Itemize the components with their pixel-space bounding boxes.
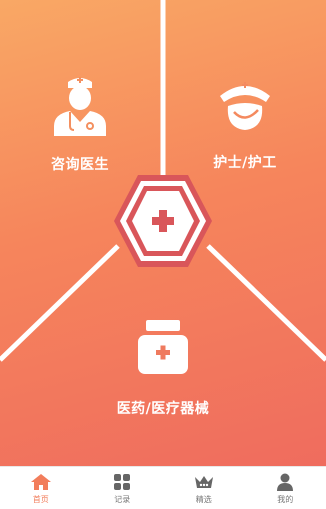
app-screen: 咨询医生 护士/护工 医药/医疗器械 首页 记录 精选 我的 bbox=[0, 0, 326, 509]
tab-featured[interactable]: 精选 bbox=[163, 467, 245, 509]
doctor-icon bbox=[54, 77, 106, 136]
nurse-tile[interactable]: 护士/护工 bbox=[195, 72, 295, 172]
tab-featured-label: 精选 bbox=[195, 494, 212, 504]
home-icon bbox=[30, 473, 51, 490]
tab-mine[interactable]: 我的 bbox=[245, 467, 326, 509]
crown-icon bbox=[194, 475, 213, 488]
medicine-label: 医药/医疗器械 bbox=[116, 401, 210, 417]
medicine-bottle-icon bbox=[138, 320, 188, 374]
doctor-label: 咨询医生 bbox=[51, 157, 109, 173]
medicine-tile[interactable]: 医药/医疗器械 bbox=[103, 318, 223, 418]
tab-records[interactable]: 记录 bbox=[82, 467, 164, 509]
tab-home[interactable]: 首页 bbox=[0, 467, 82, 509]
hero-panel: 咨询医生 护士/护工 医药/医疗器械 bbox=[0, 0, 326, 466]
nurse-icon bbox=[220, 82, 270, 130]
grid-icon bbox=[114, 473, 131, 490]
tab-mine-label: 我的 bbox=[277, 494, 294, 504]
center-hexagon[interactable] bbox=[112, 172, 214, 270]
tab-home-label: 首页 bbox=[32, 494, 49, 504]
tab-records-label: 记录 bbox=[114, 494, 131, 504]
nurse-label: 护士/护工 bbox=[213, 155, 277, 171]
bottom-tab-bar: 首页 记录 精选 我的 bbox=[0, 466, 326, 509]
user-icon bbox=[277, 473, 294, 491]
doctor-tile[interactable]: 咨询医生 bbox=[30, 72, 130, 174]
